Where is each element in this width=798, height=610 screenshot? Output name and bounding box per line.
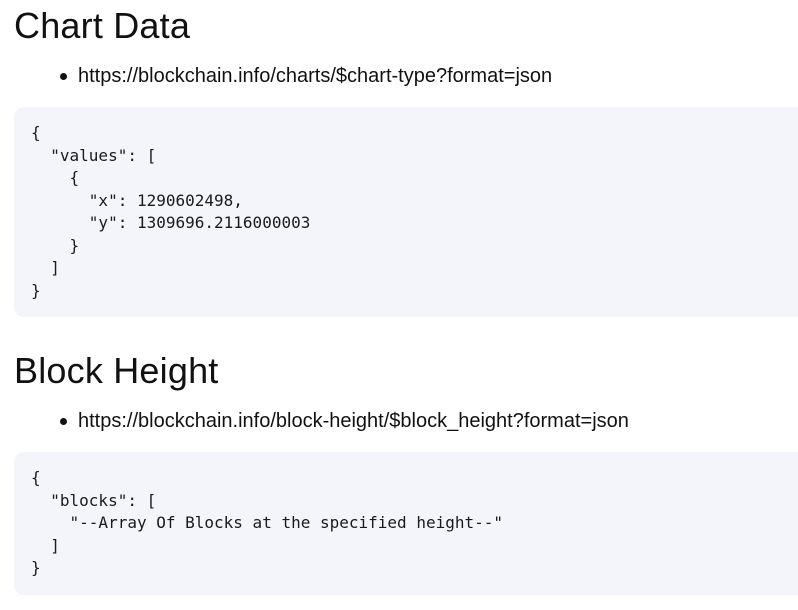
code-line: { [31, 123, 41, 142]
code-line: } [31, 280, 41, 300]
section-heading-block-height: Block Height [14, 350, 219, 391]
section-heading-chart-data: Chart Data [14, 5, 191, 46]
endpoint-url-block-height: https://blockchain.info/block-height/$bl… [58, 407, 798, 435]
code-block-block-height: { "blocks": [ "--Array Of Blocks at the … [14, 452, 798, 595]
code-line: "--Array Of Blocks at the specified heig… [31, 513, 504, 532]
endpoint-url-chart-data: https://blockchain.info/charts/$chart-ty… [58, 62, 798, 90]
endpoint-list: https://blockchain.info/block-height/$bl… [14, 407, 798, 435]
code-line: "values": [ [31, 145, 157, 165]
code-line: } [31, 235, 80, 255]
code-line: "y": 1309696.2116000003 [31, 213, 311, 232]
block-height-section: Block Height https://blockchain.info/blo… [14, 345, 798, 595]
code-block-chart-data: { "values": [ { "x": 1290602498, "y": 13… [14, 107, 798, 317]
chart-data-section: Chart Data https://blockchain.info/chart… [14, 0, 798, 317]
code-line: } [31, 558, 41, 577]
documentation-page: Chart Data https://blockchain.info/chart… [0, 0, 798, 610]
code-line: ] [31, 535, 60, 555]
endpoint-list: https://blockchain.info/charts/$chart-ty… [14, 62, 798, 90]
code-line: ] [31, 258, 60, 277]
code-line: "x": 1290602498, [31, 190, 243, 210]
code-line: { [31, 168, 80, 187]
code-line: "blocks": [ [31, 490, 157, 510]
code-line: { [31, 468, 41, 487]
